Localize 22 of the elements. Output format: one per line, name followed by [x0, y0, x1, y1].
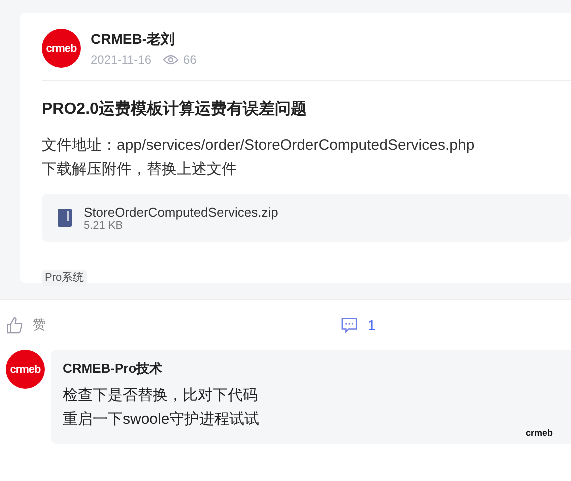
comment-icon: [341, 316, 358, 334]
thumbs-up-icon: [6, 316, 23, 334]
post-title: PRO2.0运费模板计算运费有误差问题: [42, 100, 308, 120]
file-size: 5.21 KB: [84, 220, 124, 232]
view-count: 66: [184, 52, 197, 66]
logo: crmeb: [526, 428, 553, 438]
comment-author: CRMEB-Pro技术: [63, 360, 164, 378]
zip-file-icon: [58, 209, 72, 227]
post-date: 2021-11-16: [91, 52, 152, 66]
avatar: crmeb: [42, 29, 81, 68]
comment-text: 检查下是否替换，比对下代码: [63, 386, 259, 406]
avatar: crmeb: [6, 350, 45, 389]
file-name: StoreOrderComputedServices.zip: [84, 204, 278, 220]
comment-text: 重启一下swoole守护进程试试: [63, 410, 261, 430]
comment-button[interactable]: 1: [341, 316, 376, 334]
post-text: 下载解压附件，替换上述文件: [42, 160, 238, 180]
like-button[interactable]: 赞: [6, 316, 341, 334]
post-text: 文件地址：app/services/order/StoreOrderComputedServices.php: [42, 136, 476, 156]
eye-icon: [162, 54, 178, 64]
author-name: CRMEB-老刘: [91, 30, 176, 48]
tag[interactable]: Pro系统: [42, 270, 88, 286]
attachment[interactable]: StoreOrderComputedServices.zip 5.21 KB: [42, 194, 571, 242]
